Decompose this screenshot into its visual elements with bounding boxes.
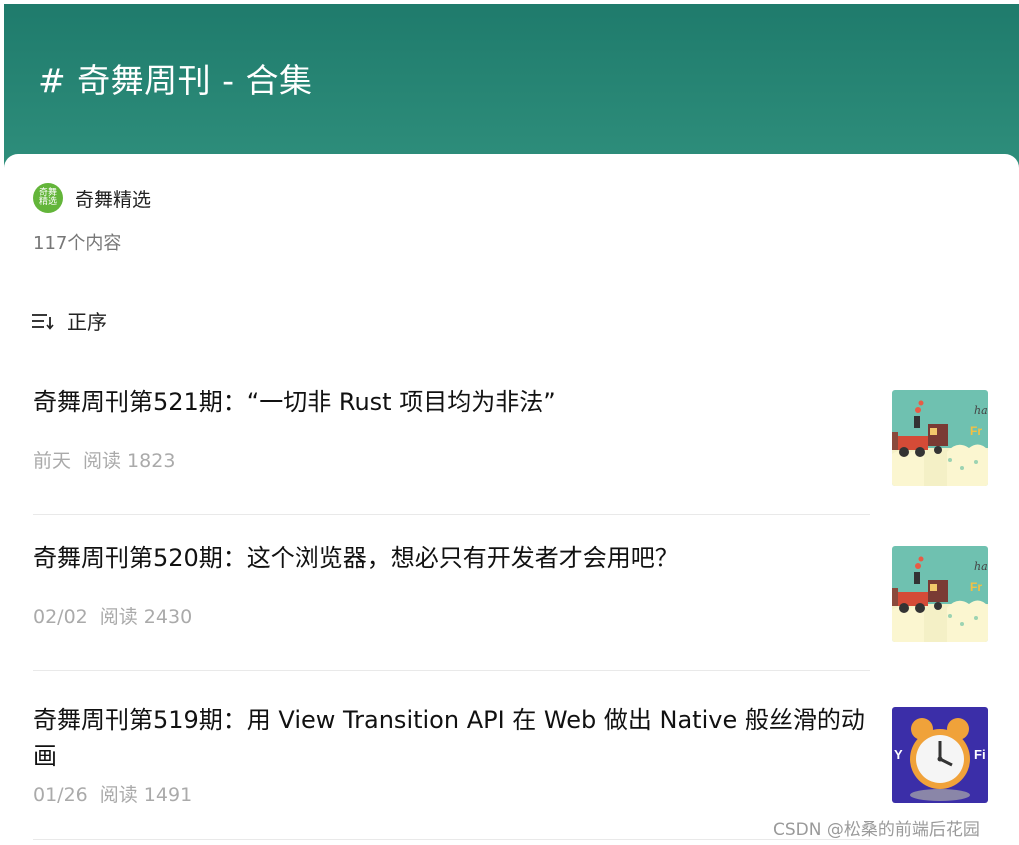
collection-card: 奇舞精选 奇舞精选 117个内容 正序 奇舞周刊第521期：“一切非 Rust … — [4, 154, 1019, 845]
watermark: CSDN @松桑的前端后花园 — [773, 820, 980, 840]
train-illustration-icon: ha Fr — [892, 390, 988, 486]
train-thumbnail[interactable]: ha Fr — [892, 546, 988, 642]
article-date: 02/02 — [33, 606, 88, 628]
avatar[interactable]: 奇舞精选 — [33, 183, 63, 213]
collection-title: # 奇舞周刊 - 合集 — [38, 61, 313, 100]
article-meta: 02/02 阅读 2430 — [33, 602, 192, 629]
svg-text:Fr: Fr — [970, 424, 982, 438]
item-divider — [33, 839, 870, 840]
article-title[interactable]: 奇舞周刊第519期：用 View Transition API 在 Web 做出… — [33, 702, 873, 774]
svg-text:Y: Y — [894, 747, 903, 762]
author-row[interactable]: 奇舞精选 奇舞精选 — [33, 183, 151, 213]
svg-text:ha: ha — [974, 560, 988, 573]
train-illustration-icon: ha Fr — [892, 546, 988, 642]
collection-header: # 奇舞周刊 - 合集 — [4, 4, 1019, 174]
avatar-text: 奇舞精选 — [38, 188, 57, 207]
article-title[interactable]: 奇舞周刊第520期：这个浏览器，想必只有开发者才会用吧？ — [33, 540, 873, 576]
svg-text:Fr: Fr — [970, 580, 982, 594]
sort-order-label: 正序 — [67, 310, 107, 334]
article-reads: 阅读 1491 — [99, 784, 193, 806]
alarm-clock-thumbnail[interactable]: Y Fi — [892, 707, 988, 803]
item-divider — [33, 514, 870, 515]
content-count: 117个内容 — [33, 233, 122, 254]
svg-text:ha: ha — [974, 404, 988, 417]
article-reads: 阅读 1823 — [83, 450, 176, 472]
sort-icon — [32, 313, 54, 330]
alarm-clock-icon: Y Fi — [892, 707, 988, 803]
author-name[interactable]: 奇舞精选 — [75, 185, 151, 212]
article-date: 01/26 — [33, 784, 88, 806]
article-meta: 01/26 阅读 1491 — [33, 780, 192, 807]
article-date: 前天 — [33, 450, 72, 472]
sort-order-button[interactable]: 正序 — [31, 306, 107, 335]
svg-text:Fi: Fi — [974, 747, 986, 762]
train-thumbnail[interactable]: ha Fr — [892, 390, 988, 486]
article-reads: 阅读 2430 — [99, 606, 193, 628]
article-title[interactable]: 奇舞周刊第521期：“一切非 Rust 项目均为非法” — [33, 384, 873, 420]
article-meta: 前天 阅读 1823 — [33, 446, 175, 473]
item-divider — [33, 670, 870, 671]
